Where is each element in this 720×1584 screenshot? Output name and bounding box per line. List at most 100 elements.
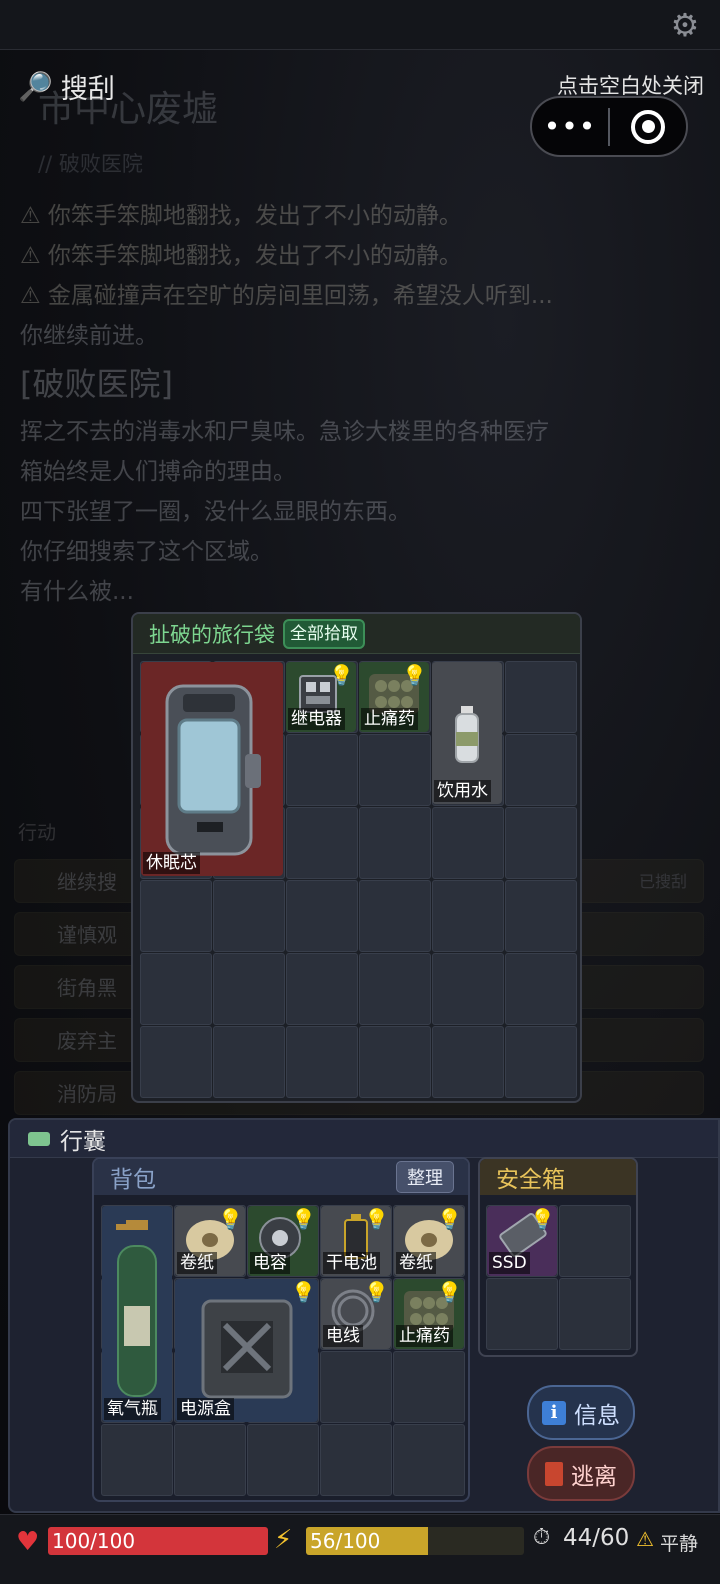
grid-cell[interactable]: [432, 807, 504, 879]
escape-label: 逃离: [571, 1463, 617, 1490]
grid-cell[interactable]: [174, 1424, 246, 1496]
lightbulb-icon: 💡: [437, 1207, 462, 1231]
grid-cell[interactable]: [559, 1278, 631, 1350]
backpack-item-toilet-paper[interactable]: 卷纸 💡: [394, 1206, 464, 1276]
bag-icon: [28, 1131, 50, 1146]
loot-panel: 扯破的旅行袋 全部拾取 休眠芯 继电器 💡 止痛药 💡 饮用水: [131, 612, 582, 1103]
grid-cell[interactable]: [393, 1424, 465, 1496]
grid-cell[interactable]: [101, 1424, 173, 1496]
log-line: ⚠ 你笨手笨脚地翻找，发出了不小的动静。: [20, 243, 462, 269]
action-label: 消防局: [57, 1082, 117, 1106]
backpack-item-toilet-paper[interactable]: 卷纸 💡: [175, 1206, 245, 1276]
grid-cell[interactable]: [432, 953, 504, 1025]
grid-cell[interactable]: [286, 734, 358, 806]
warning-icon: ⚠: [636, 1527, 654, 1551]
stopwatch-icon: ⏱: [533, 1525, 551, 1550]
grid-cell[interactable]: [286, 953, 358, 1025]
energy-text: 56/100: [310, 1529, 381, 1553]
status-bar: ♥ 100/100 ⚡ 56/100 ⏱ 44/60 ⚠ 平静: [0, 1514, 720, 1584]
grid-cell[interactable]: [286, 880, 358, 952]
grid-cell[interactable]: [505, 1026, 577, 1098]
info-icon: i: [542, 1400, 566, 1425]
mini-program-capsule: •••: [530, 96, 688, 157]
backpack-item-wire[interactable]: 电线 💡: [321, 1279, 391, 1349]
backpack-item-painkiller[interactable]: 止痛药 💡: [394, 1279, 464, 1349]
time-counter: 44/60: [563, 1525, 630, 1551]
log-line: 你仔细搜索了这个区域。: [20, 539, 273, 565]
loot-item-painkiller[interactable]: 止痛药 💡: [359, 662, 429, 732]
magnifier-icon: 🔎: [18, 69, 53, 103]
grid-cell[interactable]: [213, 953, 285, 1025]
item-name: 卷纸: [177, 1252, 217, 1274]
grid-cell[interactable]: [505, 734, 577, 806]
grid-cell[interactable]: [320, 1424, 392, 1496]
grid-cell[interactable]: [320, 1351, 392, 1423]
loot-item-relay[interactable]: 继电器 💡: [286, 662, 356, 732]
grid-cell[interactable]: [213, 1026, 285, 1098]
action-label: 谨慎观: [57, 923, 117, 947]
grid-cell[interactable]: [486, 1278, 558, 1350]
inventory-header: 行囊: [10, 1120, 718, 1158]
safebox-panel: 安全箱 SSD 💡: [478, 1157, 638, 1357]
app-root: ⚙ 市中心废墟 // 破败医院 ⚠ 你笨手笨脚地翻找，发出了不小的动静。 ⚠ 你…: [0, 0, 720, 1584]
grid-cell[interactable]: [140, 880, 212, 952]
grid-cell[interactable]: [213, 880, 285, 952]
oxygen-tank-icon: [116, 1220, 157, 1397]
action-label: 街角黑: [57, 976, 117, 1000]
top-bar: ⚙: [0, 0, 720, 50]
hp-text: 100/100: [52, 1529, 136, 1553]
item-name: 饮用水: [434, 780, 491, 802]
grid-cell[interactable]: [247, 1424, 319, 1496]
grid-cell[interactable]: [505, 880, 577, 952]
backpack-item-power-box[interactable]: 电源盒 💡: [175, 1279, 318, 1422]
inventory-title: 行囊: [60, 1128, 106, 1155]
grid-cell[interactable]: [505, 661, 577, 733]
loot-item-cryo-core[interactable]: 休眠芯: [141, 662, 283, 876]
log-line: ⚠ 金属碰撞声在空旷的房间里回荡，希望没人听到...: [20, 283, 553, 309]
escape-button[interactable]: 逃离: [527, 1446, 635, 1501]
grid-cell[interactable]: [359, 880, 431, 952]
grid-cell[interactable]: [359, 1026, 431, 1098]
grid-cell[interactable]: [359, 953, 431, 1025]
grid-cell[interactable]: [359, 734, 431, 806]
target-icon[interactable]: [610, 109, 686, 144]
grid-cell[interactable]: [393, 1351, 465, 1423]
grid-cell[interactable]: [505, 953, 577, 1025]
grid-cell[interactable]: [140, 953, 212, 1025]
grid-cell[interactable]: [432, 880, 504, 952]
grid-cell[interactable]: [286, 1026, 358, 1098]
log-line: 箱始终是人们搏命的理由。: [20, 459, 296, 485]
backpack-item-oxygen-tank[interactable]: 氧气瓶: [102, 1206, 172, 1422]
lightbulb-icon: 💡: [530, 1207, 555, 1231]
item-name: 继电器: [288, 708, 345, 730]
background-log: 市中心废墟 // 破败医院 ⚠ 你笨手笨脚地翻找，发出了不小的动静。 ⚠ 你笨手…: [20, 80, 710, 612]
info-button[interactable]: i 信息: [527, 1385, 635, 1440]
grid-cell[interactable]: [359, 807, 431, 879]
safebox-header: 安全箱: [480, 1159, 636, 1195]
grid-cell[interactable]: [505, 807, 577, 879]
loot-item-water[interactable]: 饮用水: [432, 662, 502, 804]
grid-cell[interactable]: [559, 1205, 631, 1277]
grid-cell[interactable]: [432, 1026, 504, 1098]
grid-cell[interactable]: [140, 1026, 212, 1098]
item-name: 氧气瓶: [104, 1398, 161, 1420]
lightning-icon: ⚡: [274, 1525, 293, 1555]
backpack-item-battery[interactable]: 干电池 💡: [321, 1206, 391, 1276]
grid-cell[interactable]: [286, 807, 358, 879]
sort-button[interactable]: 整理: [396, 1161, 454, 1193]
item-name: 止痛药: [361, 708, 418, 730]
lightbulb-icon: 💡: [291, 1280, 316, 1304]
backpack-title: 背包: [110, 1167, 156, 1193]
safebox-item-ssd[interactable]: SSD 💡: [487, 1206, 557, 1276]
take-all-button[interactable]: 全部拾取: [283, 618, 365, 649]
more-dots-icon[interactable]: •••: [532, 98, 608, 156]
gear-icon[interactable]: ⚙: [668, 8, 702, 42]
loot-title: 扯破的旅行袋: [149, 622, 275, 647]
item-name: 干电池: [323, 1252, 380, 1274]
backpack-item-capacitor[interactable]: 电容 💡: [248, 1206, 318, 1276]
lightbulb-icon: 💡: [364, 1280, 389, 1304]
action-label: 继续搜: [57, 870, 117, 894]
door-icon: [545, 1461, 563, 1486]
item-name: 电线: [323, 1325, 363, 1347]
item-name: 电源盒: [177, 1398, 234, 1420]
